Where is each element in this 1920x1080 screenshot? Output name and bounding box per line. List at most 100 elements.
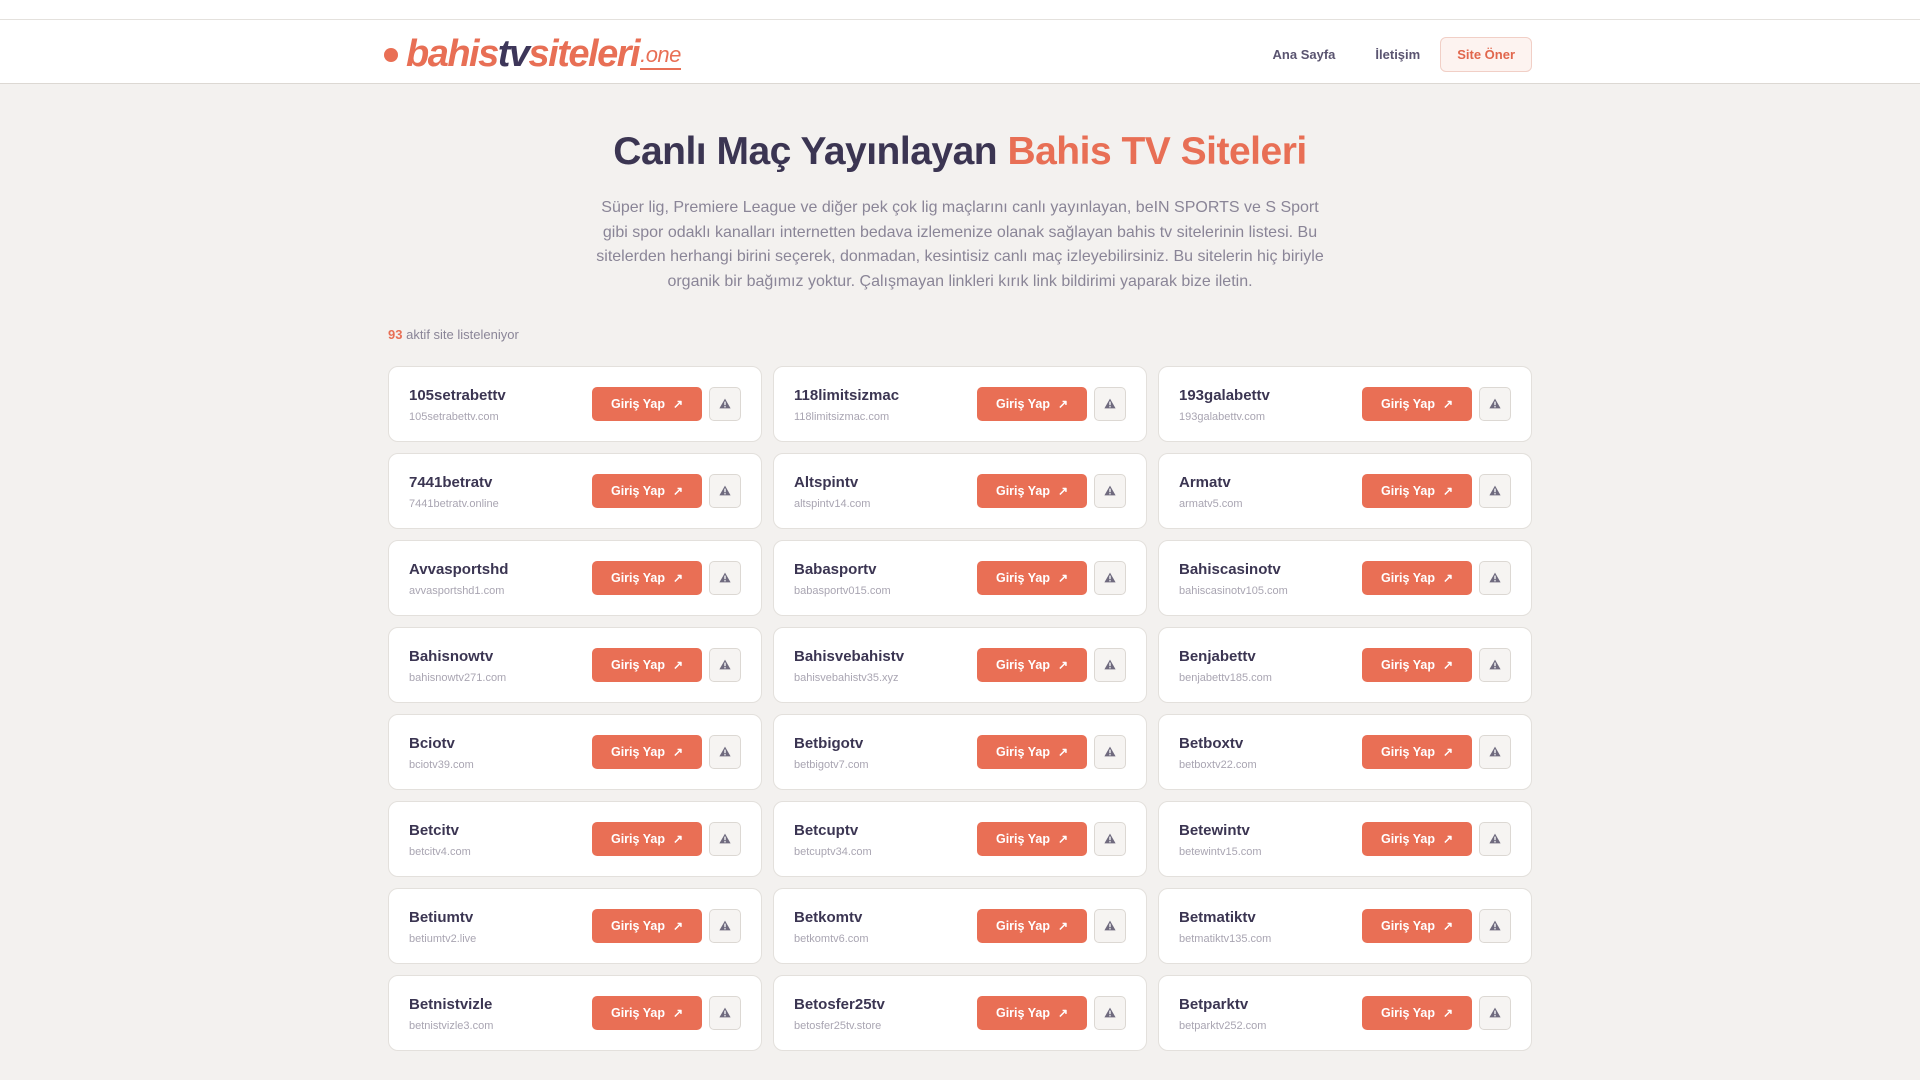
report-broken-link-button[interactable] [709,996,741,1030]
site-domain: avvasportshd1.com [409,585,505,597]
login-button[interactable]: Giriş Yap ↗ [1362,474,1472,508]
arrow-up-right-icon: ↗ [672,1006,684,1020]
site-domain: betosfer25tv.store [794,1020,882,1032]
site-name: 7441betratv [409,474,493,491]
report-broken-link-button[interactable] [709,909,741,943]
report-broken-link-button[interactable] [1479,996,1511,1030]
report-broken-link-button[interactable] [709,474,741,508]
site-name: Betbigotv [794,735,864,752]
report-broken-link-button[interactable] [1094,474,1126,508]
report-broken-link-button[interactable] [1479,474,1511,508]
suggest-site-button[interactable]: Site Öner [1440,37,1532,72]
site-domain: betewintv15.com [1179,846,1262,858]
login-button[interactable]: Giriş Yap ↗ [592,561,702,595]
login-button[interactable]: Giriş Yap ↗ [592,648,702,682]
report-broken-link-button[interactable] [1479,822,1511,856]
login-button[interactable]: Giriş Yap ↗ [1362,561,1472,595]
warning-triangle-icon [719,658,731,673]
site-domain: babasportv015.com [794,585,891,597]
login-button[interactable]: Giriş Yap ↗ [977,474,1087,508]
arrow-up-right-icon: ↗ [1442,832,1454,846]
warning-triangle-icon [1104,397,1116,412]
warning-triangle-icon [719,1006,731,1021]
report-broken-link-button[interactable] [1094,996,1126,1030]
report-broken-link-button[interactable] [1479,909,1511,943]
report-broken-link-button[interactable] [1479,648,1511,682]
login-button[interactable]: Giriş Yap ↗ [592,996,702,1030]
site-card: Bciotv bciotv39.com Giriş Yap ↗ [388,714,762,790]
warning-triangle-icon [1104,745,1116,760]
arrow-up-right-icon: ↗ [1442,571,1454,585]
nav-home-link[interactable]: Ana Sayfa [1273,47,1336,62]
site-card: 193galabettv 193galabettv.com Giriş Yap ↗ [1158,366,1532,442]
login-button[interactable]: Giriş Yap ↗ [1362,822,1472,856]
login-button[interactable]: Giriş Yap ↗ [977,735,1087,769]
report-broken-link-button[interactable] [709,561,741,595]
login-button[interactable]: Giriş Yap ↗ [977,561,1087,595]
site-card: Benjabettv benjabettv185.com Giriş Yap ↗ [1158,627,1532,703]
login-button-label: Giriş Yap [995,397,1050,411]
login-button[interactable]: Giriş Yap ↗ [977,648,1087,682]
arrow-up-right-icon: ↗ [1442,658,1454,672]
login-button-label: Giriş Yap [1380,658,1435,672]
report-broken-link-button[interactable] [1094,561,1126,595]
login-button[interactable]: Giriş Yap ↗ [592,387,702,421]
login-button-label: Giriş Yap [610,919,665,933]
report-broken-link-button[interactable] [709,822,741,856]
login-button[interactable]: Giriş Yap ↗ [1362,996,1472,1030]
top-strip [0,0,1920,20]
login-button[interactable]: Giriş Yap ↗ [592,822,702,856]
login-button[interactable]: Giriş Yap ↗ [592,474,702,508]
site-name: 105setrabettv [409,387,506,404]
arrow-up-right-icon: ↗ [1057,571,1069,585]
login-button-label: Giriş Yap [610,571,665,585]
login-button[interactable]: Giriş Yap ↗ [1362,648,1472,682]
report-broken-link-button[interactable] [1094,909,1126,943]
report-broken-link-button[interactable] [709,387,741,421]
login-button[interactable]: Giriş Yap ↗ [1362,735,1472,769]
report-broken-link-button[interactable] [1479,735,1511,769]
site-card: Betboxtv betboxtv22.com Giriş Yap ↗ [1158,714,1532,790]
site-grid: 105setrabettv 105setrabettv.com Giriş Yap ↗… [388,366,1532,1051]
login-button-label: Giriş Yap [995,571,1050,585]
site-card: 7441betratv 7441betratv.online Giriş Yap ↗ [388,453,762,529]
site-domain: betparktv252.com [1179,1020,1267,1032]
report-broken-link-button[interactable] [1094,387,1126,421]
login-button[interactable]: Giriş Yap ↗ [977,822,1087,856]
warning-triangle-icon [719,397,731,412]
site-name: 193galabettv [1179,387,1270,404]
site-name: Bciotv [409,735,455,752]
site-domain: bahiscasinotv105.com [1179,585,1288,597]
login-button[interactable]: Giriş Yap ↗ [1362,387,1472,421]
warning-triangle-icon [1489,832,1501,847]
report-broken-link-button[interactable] [1479,387,1511,421]
report-broken-link-button[interactable] [1094,648,1126,682]
report-broken-link-button[interactable] [1479,561,1511,595]
report-broken-link-button[interactable] [709,735,741,769]
login-button[interactable]: Giriş Yap ↗ [977,996,1087,1030]
report-broken-link-button[interactable] [1094,735,1126,769]
login-button[interactable]: Giriş Yap ↗ [977,387,1087,421]
login-button[interactable]: Giriş Yap ↗ [592,909,702,943]
site-card: Betiumtv betiumtv2.live Giriş Yap ↗ [388,888,762,964]
report-broken-link-button[interactable] [1094,822,1126,856]
site-card: 105setrabettv 105setrabettv.com Giriş Yap ↗ [388,366,762,442]
logo-text: bahistvsiteleri [406,35,641,73]
warning-triangle-icon [1104,1006,1116,1021]
nav-contact-link[interactable]: İletişim [1375,47,1420,62]
site-logo[interactable]: bahistvsiteleri .one [384,34,681,74]
arrow-up-right-icon: ↗ [1057,658,1069,672]
login-button-label: Giriş Yap [995,484,1050,498]
site-card: Betcitv betcitv4.com Giriş Yap ↗ [388,801,762,877]
site-name: Benjabettv [1179,648,1256,665]
site-name: Betcitv [409,822,460,839]
arrow-up-right-icon: ↗ [672,919,684,933]
login-button[interactable]: Giriş Yap ↗ [1362,909,1472,943]
login-button[interactable]: Giriş Yap ↗ [592,735,702,769]
warning-triangle-icon [1104,832,1116,847]
login-button-label: Giriş Yap [1380,745,1435,759]
login-button[interactable]: Giriş Yap ↗ [977,909,1087,943]
site-name: Bahisvebahistv [794,648,905,665]
site-domain: altspintv14.com [794,498,871,510]
report-broken-link-button[interactable] [709,648,741,682]
